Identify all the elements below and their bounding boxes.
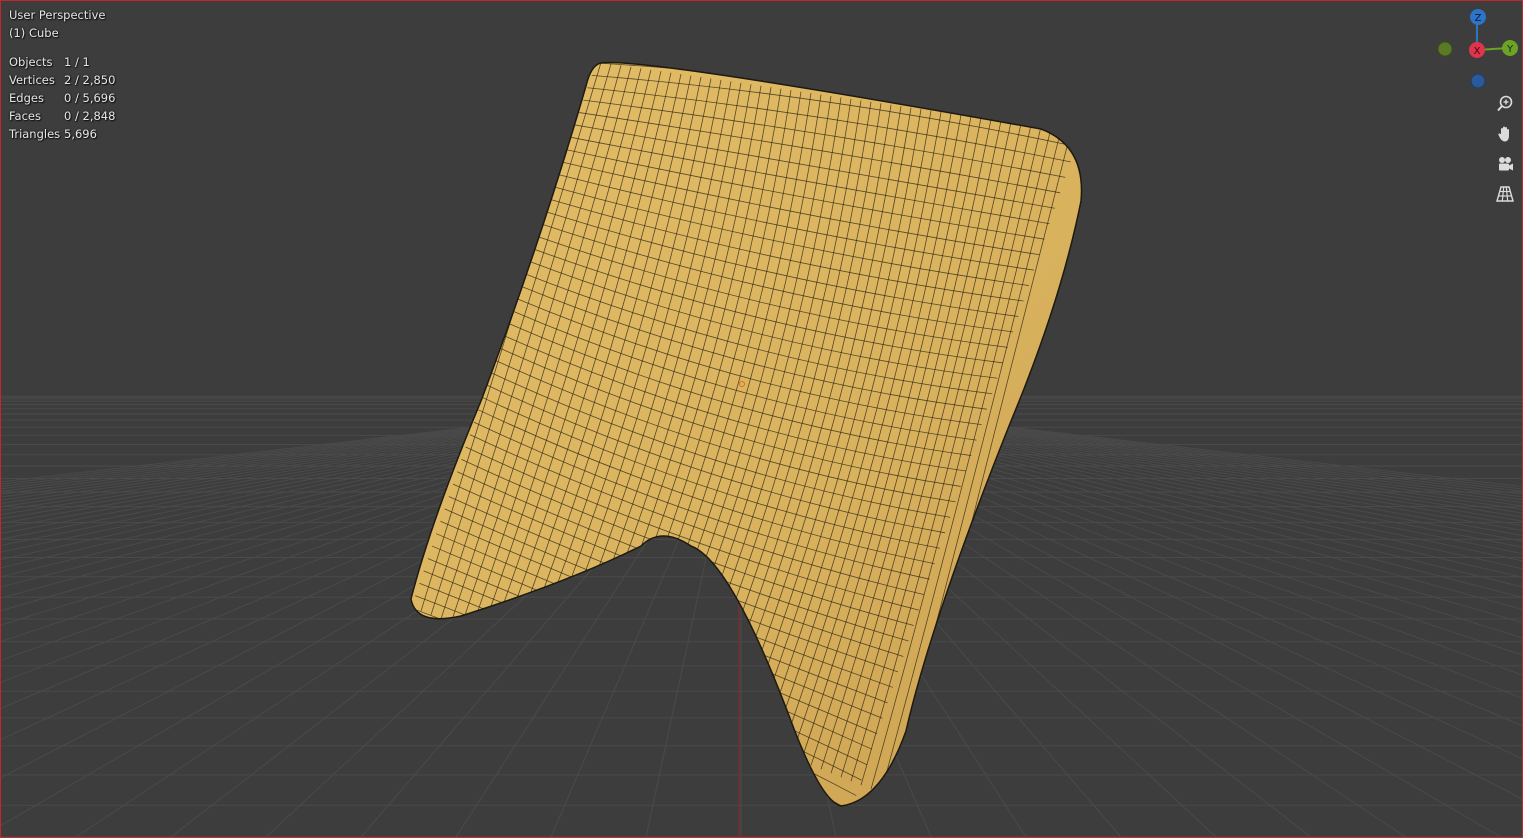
stat-label: Faces (9, 109, 41, 123)
stat-label: Edges (9, 91, 44, 105)
stat-row-edges: Edges 0 / 5,696 (9, 89, 115, 107)
stat-value: 5,696 (64, 127, 97, 141)
stat-value: 0 / 2,848 (64, 109, 116, 123)
gizmo-y-label: Y (1506, 44, 1514, 55)
scene-canvas[interactable] (1, 1, 1522, 837)
gizmo-z-label: Z (1475, 13, 1482, 24)
stat-row-objects: Objects 1 / 1 (9, 53, 115, 71)
gizmo-neg-y-handle[interactable] (1437, 41, 1453, 57)
3d-viewport[interactable]: User Perspective (1) Cube Objects 1 / 1 … (0, 0, 1523, 838)
stat-row-faces: Faces 0 / 2,848 (9, 107, 115, 125)
stat-label: Triangles (9, 127, 61, 141)
stat-row-vertices: Vertices 2 / 2,850 (9, 71, 115, 89)
view-name: User Perspective (9, 8, 106, 22)
hand-pan-icon[interactable] (1492, 121, 1518, 147)
stat-value: 0 / 5,696 (64, 91, 116, 105)
cube-mesh[interactable] (410, 61, 1083, 811)
camera-icon[interactable] (1492, 151, 1518, 177)
grid-perspective-icon[interactable] (1492, 181, 1518, 207)
navigation-gizmo[interactable]: Z Y X (1431, 5, 1523, 95)
stat-row-triangles: Triangles 5,696 (9, 125, 115, 143)
gizmo-x-label: X (1474, 46, 1481, 57)
object-name: (1) Cube (9, 26, 59, 40)
stat-value: 2 / 2,850 (64, 73, 116, 87)
gizmo-neg-z-handle[interactable] (1470, 73, 1486, 89)
stat-label: Vertices (9, 73, 55, 87)
stat-label: Objects (9, 55, 53, 69)
stat-value: 1 / 1 (64, 55, 90, 69)
scene-statistics: Objects 1 / 1 Vertices 2 / 2,850 Edges 0… (9, 53, 115, 143)
zoom-icon[interactable] (1492, 91, 1518, 117)
